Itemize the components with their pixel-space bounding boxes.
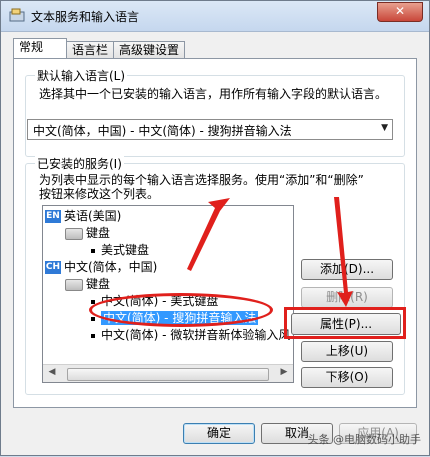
arrow-to-properties-icon xyxy=(334,197,353,307)
annotation-arrows xyxy=(187,197,353,307)
tab-general[interactable]: 常规 xyxy=(13,38,67,58)
arrow-to-tree-icon xyxy=(187,198,230,271)
watermark: 头条 @电脑数码小助手 xyxy=(307,433,422,446)
dialog-window: 文本服务和输入语言 ✕ 常规 语言栏 高级键设置 默认输入语言(L) 选择其中一… xyxy=(0,0,430,456)
